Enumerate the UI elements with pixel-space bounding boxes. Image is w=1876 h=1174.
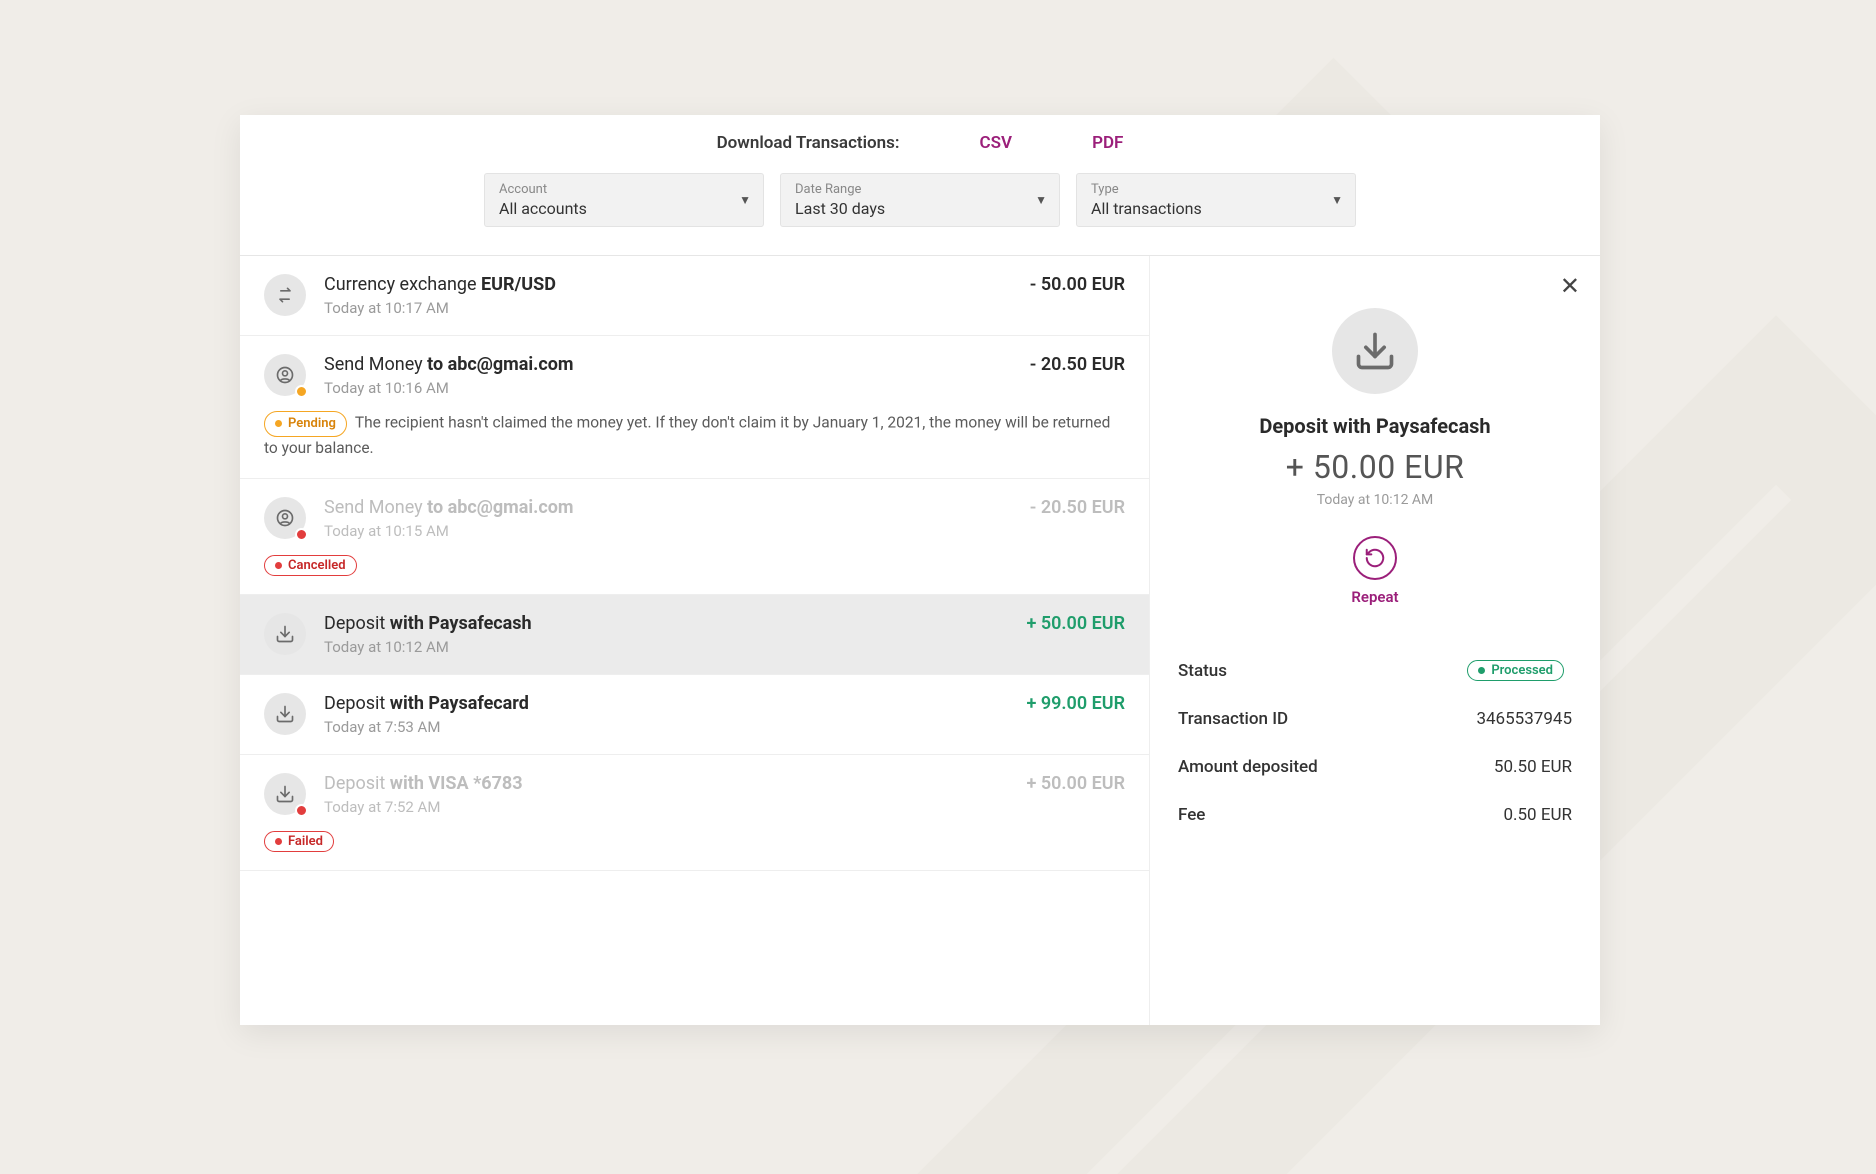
deposit-icon [264, 773, 306, 815]
detail-deposited-label: Amount deposited [1178, 757, 1318, 777]
filter-date-range[interactable]: Date Range Last 30 days ▼ [780, 173, 1060, 227]
app-card: Download Transactions: CSV PDF Account A… [240, 115, 1600, 1025]
deposit-icon [1332, 308, 1418, 394]
transaction-row[interactable]: Send Money to abc@gmai.com Today at 10:16… [240, 336, 1149, 479]
detail-id-value: 3465537945 [1476, 709, 1572, 729]
transaction-time: Today at 10:12 AM [324, 638, 1009, 656]
transaction-row[interactable]: Deposit with Paysafecard Today at 7:53 AM… [240, 675, 1149, 755]
filter-type-label: Type [1091, 182, 1341, 197]
transaction-amount: + 50.00 EUR [1027, 613, 1126, 634]
download-pdf-link[interactable]: PDF [1092, 133, 1123, 153]
transaction-status-row: Cancelled [264, 554, 1125, 576]
transaction-time: Today at 10:16 AM [324, 379, 1012, 397]
chevron-down-icon: ▼ [1331, 193, 1343, 207]
transaction-amount: + 99.00 EUR [1027, 693, 1126, 714]
transaction-row[interactable]: Deposit with VISA *6783 Today at 7:52 AM +… [240, 755, 1149, 871]
repeat-label: Repeat [1351, 588, 1398, 606]
filter-date-value: Last 30 days [795, 199, 1045, 218]
status-dot-icon [295, 804, 308, 817]
filter-account-label: Account [499, 182, 749, 197]
download-csv-link[interactable]: CSV [980, 133, 1013, 153]
transaction-row[interactable]: Send Money to abc@gmai.com Today at 10:15… [240, 479, 1149, 595]
transaction-time: Today at 7:52 AM [324, 798, 1009, 816]
exchange-icon [264, 274, 306, 316]
detail-fee-value: 0.50 EUR [1503, 805, 1572, 825]
transaction-status-row: Failed [264, 830, 1125, 852]
filter-account[interactable]: Account All accounts ▼ [484, 173, 764, 227]
transaction-time: Today at 10:17 AM [324, 299, 1012, 317]
status-dot-icon [295, 385, 308, 398]
transaction-amount: - 20.50 EUR [1030, 354, 1125, 375]
transaction-title: Send Money to abc@gmai.com [324, 354, 1012, 375]
status-badge: Processed [1467, 660, 1564, 681]
transaction-note: PendingThe recipient hasn't claimed the … [264, 411, 1125, 460]
transaction-time: Today at 7:53 AM [324, 718, 1009, 736]
deposit-icon [264, 693, 306, 735]
detail-title: Deposit with Paysafecash [1259, 414, 1490, 438]
status-badge: Pending [264, 411, 347, 437]
chevron-down-icon: ▼ [739, 193, 751, 207]
main-split: Currency exchange EUR/USD Today at 10:17 … [240, 255, 1600, 1025]
filter-type-value: All transactions [1091, 199, 1341, 218]
detail-hero: Deposit with Paysafecash + 50.00 EUR Tod… [1178, 278, 1572, 606]
status-dot-icon [295, 528, 308, 541]
detail-row-id: Transaction ID 3465537945 [1178, 695, 1572, 743]
detail-fee-label: Fee [1178, 805, 1205, 825]
detail-id-label: Transaction ID [1178, 709, 1288, 729]
detail-deposited-value: 50.50 EUR [1494, 757, 1572, 777]
transaction-title: Send Money to abc@gmai.com [324, 497, 1012, 518]
download-label: Download Transactions: [717, 133, 900, 153]
status-badge: Failed [264, 831, 334, 852]
repeat-button[interactable]: Repeat [1351, 536, 1398, 606]
chevron-down-icon: ▼ [1035, 193, 1047, 207]
detail-amount: + 50.00 EUR [1286, 448, 1465, 486]
repeat-icon [1353, 536, 1397, 580]
detail-row-deposited: Amount deposited 50.50 EUR [1178, 743, 1572, 791]
filter-account-value: All accounts [499, 199, 749, 218]
filter-type[interactable]: Type All transactions ▼ [1076, 173, 1356, 227]
detail-row-status: Status Processed [1178, 646, 1572, 695]
transaction-amount: + 50.00 EUR [1027, 773, 1126, 794]
deposit-icon [264, 613, 306, 655]
send-icon [264, 497, 306, 539]
transaction-title: Deposit with Paysafecard [324, 693, 1009, 714]
transaction-detail-panel: ✕ Deposit with Paysafecash + 50.00 EUR T… [1150, 256, 1600, 1025]
transaction-time: Today at 10:15 AM [324, 522, 1012, 540]
send-icon [264, 354, 306, 396]
transaction-amount: - 20.50 EUR [1030, 497, 1125, 518]
detail-rows: Status Processed Transaction ID 34655379… [1178, 646, 1572, 839]
transaction-title: Deposit with Paysafecash [324, 613, 1009, 634]
transaction-title: Deposit with VISA *6783 [324, 773, 1009, 794]
download-bar: Download Transactions: CSV PDF [240, 115, 1600, 165]
transaction-row[interactable]: Deposit with Paysafecash Today at 10:12 A… [240, 595, 1149, 675]
filter-date-label: Date Range [795, 182, 1045, 197]
status-badge: Cancelled [264, 555, 357, 576]
transaction-title: Currency exchange EUR/USD [324, 274, 1012, 295]
filters-row: Account All accounts ▼ Date Range Last 3… [240, 165, 1600, 255]
transaction-row[interactable]: Currency exchange EUR/USD Today at 10:17 … [240, 256, 1149, 336]
transaction-amount: - 50.00 EUR [1030, 274, 1125, 295]
detail-time: Today at 10:12 AM [1317, 492, 1434, 508]
close-icon[interactable]: ✕ [1560, 272, 1580, 301]
detail-status-label: Status [1178, 661, 1227, 681]
detail-row-fee: Fee 0.50 EUR [1178, 791, 1572, 839]
transaction-list[interactable]: Currency exchange EUR/USD Today at 10:17 … [240, 256, 1150, 1025]
